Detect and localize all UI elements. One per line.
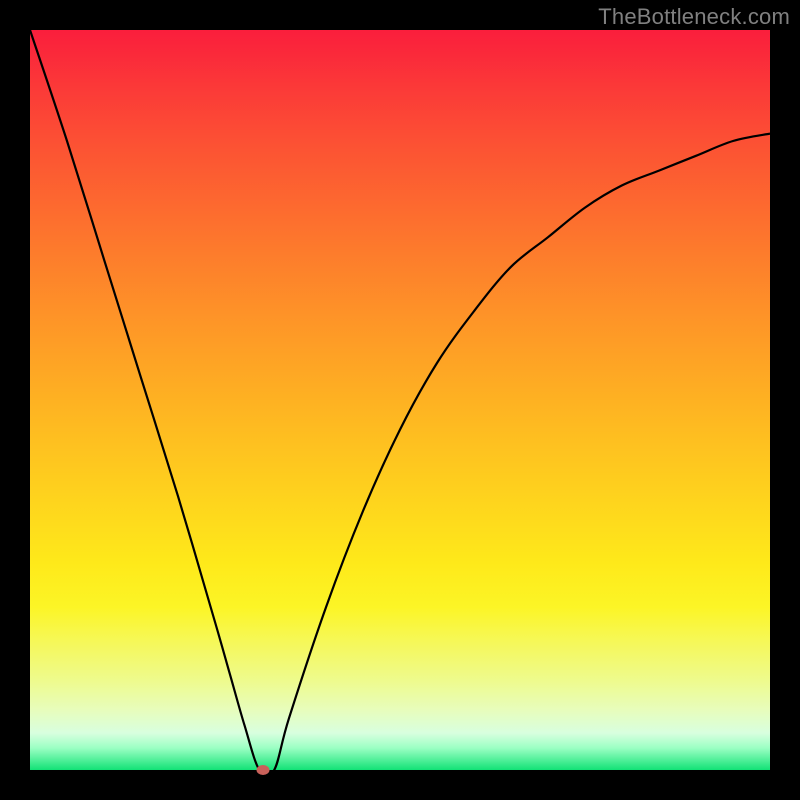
chart-frame: TheBottleneck.com: [0, 0, 800, 800]
bottleneck-marker: [257, 765, 270, 775]
plot-area: [30, 30, 770, 770]
bottleneck-curve: [30, 30, 770, 770]
watermark-text: TheBottleneck.com: [598, 4, 790, 30]
